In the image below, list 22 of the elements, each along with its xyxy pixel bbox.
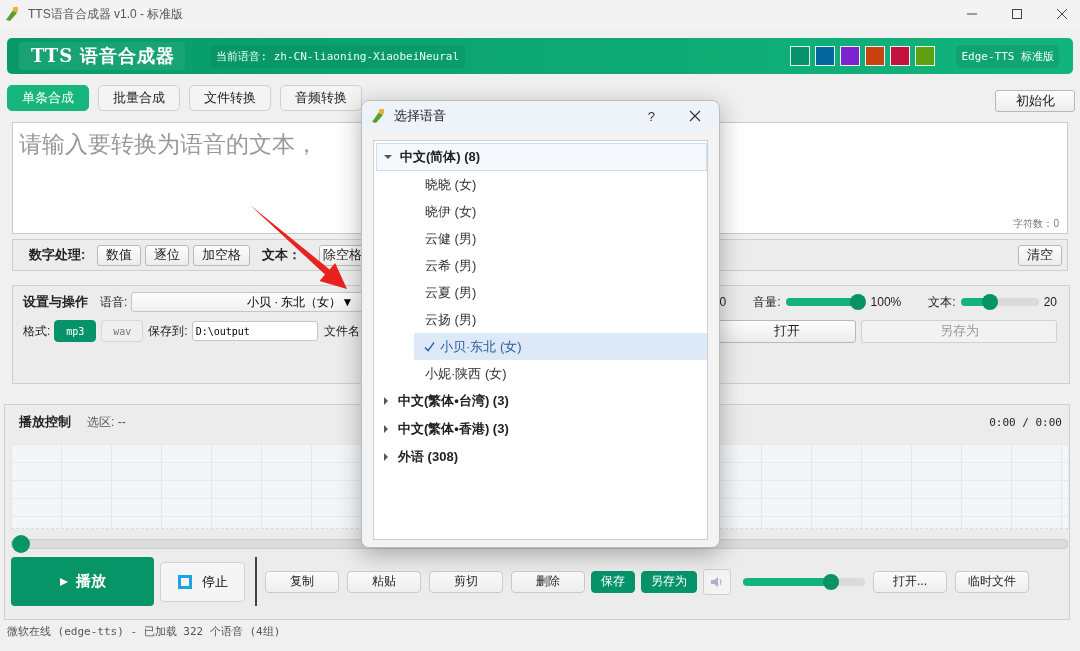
current-voice-label: 当前语音: zh-CN-liaoning-XiaobeiNeural <box>210 44 466 68</box>
edition-label: Edge-TTS 标准版 <box>956 44 1059 68</box>
number-tools-label: 数字处理: <box>29 246 86 264</box>
playback-title: 播放控制 <box>19 413 71 431</box>
text-tools-label: 文本： <box>262 246 302 264</box>
volume-reading: 100% <box>870 295 902 309</box>
text-size-label: 文本: <box>928 293 956 311</box>
save-to-label: 保存到: <box>148 322 188 340</box>
voice-label: 语音: <box>100 293 128 311</box>
selection-label: 选区: -- <box>87 413 126 431</box>
char-count: 字符数：0 <box>1013 217 1059 231</box>
time-display: 0:00 / 0:00 <box>989 415 1062 429</box>
window-title: TTS语音合成器 v1.0 - 标准版 <box>28 5 184 23</box>
text-size-reading: 20 <box>1043 295 1057 309</box>
volume-label: 音量: <box>753 293 781 311</box>
app-title: TTS 语音合成器 <box>19 42 186 70</box>
rate-reading: 0 <box>719 295 727 309</box>
filename-label: 文件名 <box>323 322 360 340</box>
format-label: 格式: <box>23 322 51 340</box>
status-bar-text: 微软在线 (edge-tts) - 已加载 322 个语音 (4组) <box>7 624 281 639</box>
settings-title: 设置与操作 <box>23 293 88 311</box>
dialog-title: 选择语音 <box>394 107 446 125</box>
